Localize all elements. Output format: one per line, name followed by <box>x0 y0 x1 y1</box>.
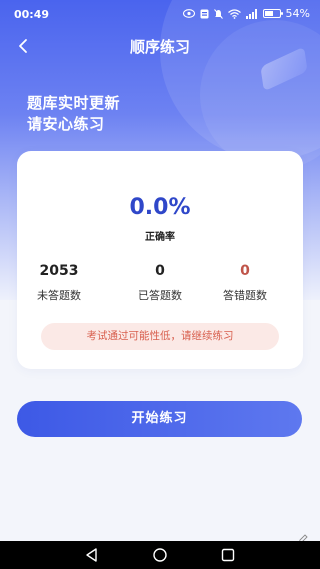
stat-label: 答错题数 <box>223 289 267 302</box>
status-bar: 00:49 54% <box>0 0 320 28</box>
accuracy-label: 正确率 <box>145 232 175 243</box>
accuracy-value: 0.0% <box>129 195 191 220</box>
headline-line-1: 题库实时更新 <box>27 94 121 112</box>
notification-icon <box>200 9 209 19</box>
stat-value: 0 <box>240 263 250 279</box>
triangle-back-icon[interactable] <box>84 547 100 563</box>
battery-icon <box>262 9 283 18</box>
battery-level <box>264 11 273 16</box>
eye-icon <box>182 8 195 19</box>
battery-percent: 54% <box>285 7 310 20</box>
stat-label: 已答题数 <box>138 289 182 302</box>
stat-answered: 0 已答题数 <box>120 263 200 303</box>
pass-notice: 考试通过可能性低，请继续练习 <box>41 323 279 350</box>
headline: 题库实时更新 请安心练习 <box>27 93 120 135</box>
square-recents-icon[interactable] <box>220 547 236 563</box>
bell-mute-icon <box>213 8 223 19</box>
stat-value: 0 <box>155 263 165 279</box>
headline-line-2: 请安心练习 <box>27 115 105 133</box>
stat-value: 2053 <box>39 263 79 279</box>
circle-home-icon[interactable] <box>152 547 168 563</box>
system-nav-bar <box>0 541 320 569</box>
start-practice-button[interactable]: 开始练习 <box>17 401 302 437</box>
status-time: 00:49 <box>14 8 50 21</box>
stat-unanswered: 2053 未答题数 <box>19 263 99 303</box>
page-title: 顺序练习 <box>129 38 190 56</box>
signal-icon <box>245 8 258 19</box>
wifi-icon <box>227 8 241 19</box>
stat-wrong: 0 答错题数 <box>205 263 285 303</box>
status-icons: 54% <box>182 7 310 20</box>
stat-label: 未答题数 <box>37 289 81 302</box>
stats-card: 0.0% 正确率 2053 未答题数 0 已答题数 0 答错题数 考试通过可能性… <box>17 151 303 369</box>
